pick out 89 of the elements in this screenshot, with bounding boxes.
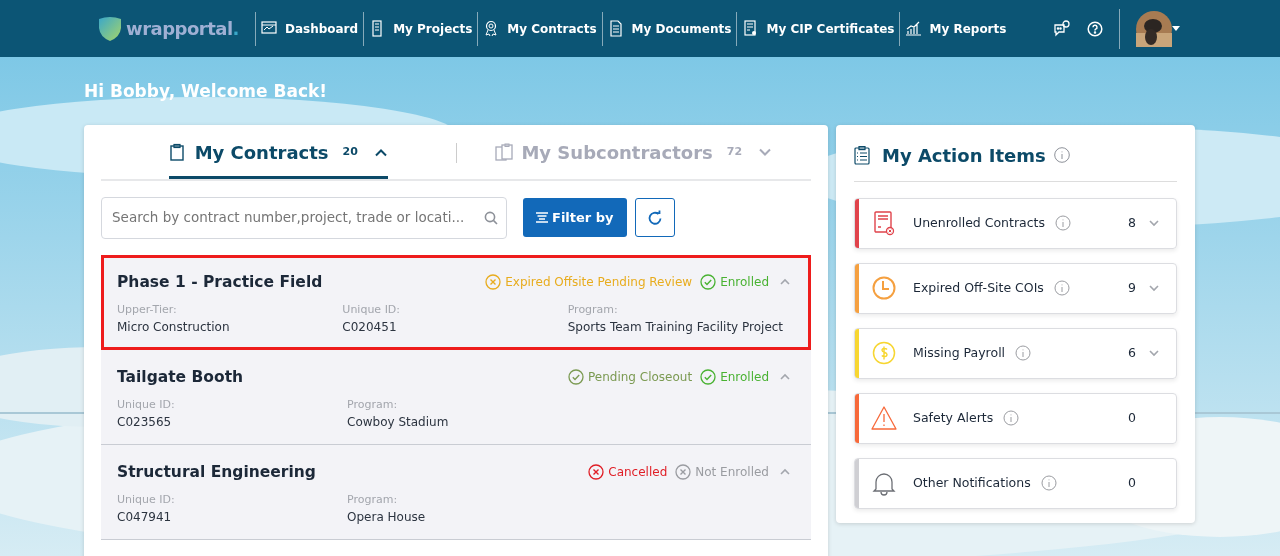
nav-link[interactable]: My Reports — [899, 11, 1012, 46]
refresh-button[interactable] — [634, 198, 675, 237]
clipboards-icon — [495, 143, 514, 161]
contract-title: Phase 1 - Practice Field — [117, 271, 323, 293]
checklist-icon — [854, 145, 870, 165]
field-value: C047941 — [117, 509, 173, 527]
count-label: 0 — [1128, 408, 1136, 427]
award-icon — [483, 20, 500, 37]
nav-link[interactable]: Dashboard — [254, 11, 364, 46]
info-icon[interactable] — [1015, 345, 1032, 361]
filter-icon — [536, 212, 548, 223]
chat-icon[interactable] — [1053, 19, 1071, 38]
field-label: Unique ID: — [117, 491, 176, 508]
chart-icon — [905, 20, 922, 37]
x-circle-icon — [485, 274, 502, 291]
check-circle-icon — [700, 369, 717, 386]
dollar-icon — [871, 340, 897, 366]
action-item-card[interactable]: Missing Payroll 6 — [854, 327, 1177, 379]
nav-link[interactable]: My Documents — [601, 11, 737, 46]
logo-text: wrapportal. — [126, 17, 239, 41]
contract-row[interactable]: Tailgate Booth Pending Closeout Enrolled Unique ID: C023565 Program: Cowboy Stadium — [101, 349, 811, 445]
field-label: Unique ID: — [342, 301, 402, 318]
status-label: Pending Closeout — [568, 368, 693, 387]
action-item-label: Missing Payroll — [913, 343, 1006, 362]
welcome-heading: Hi Bobby, Welcome Back! — [84, 80, 329, 103]
info-icon[interactable] — [1053, 280, 1070, 296]
clock-icon — [871, 275, 897, 301]
field-label: Upper-Tier: — [117, 301, 178, 318]
action-item-card[interactable]: Other Notifications 0 — [854, 457, 1177, 509]
caret-icon — [1172, 26, 1180, 31]
contract-title: Tailgate Booth — [117, 366, 244, 388]
contract-row[interactable]: Structural Engineering Cancelled Not Enrolled Unique ID: C047941 Program: Opera House — [101, 444, 811, 540]
contract-title: Structural Engineering — [117, 461, 316, 483]
count-label: 0 — [1128, 473, 1136, 492]
bell-icon — [871, 470, 897, 496]
chevron-down-icon[interactable] — [1148, 349, 1160, 357]
info-icon[interactable] — [1040, 475, 1057, 491]
status-label: Not Enrolled — [675, 463, 769, 482]
certificate-icon — [742, 20, 759, 37]
field-label: Unique ID: — [117, 396, 176, 413]
panel-title: My Action Items — [882, 143, 1046, 168]
field-label: Program: — [567, 301, 619, 318]
search-box[interactable]: Search by contract number,project, trade or locati... — [101, 196, 507, 239]
info-icon[interactable] — [1003, 410, 1020, 426]
check-circle-icon — [700, 274, 717, 291]
search-icon — [484, 210, 498, 225]
action-item-card[interactable]: Expired Off-Site COIs 9 — [854, 262, 1177, 314]
status-label: Expired Offsite Pending Review — [485, 273, 693, 292]
field-value: Sports Team Training Facility Project — [567, 319, 785, 337]
field-value: Opera House — [347, 509, 427, 527]
x-circle-icon — [675, 464, 692, 481]
chevron-down-icon[interactable] — [1148, 219, 1160, 227]
refresh-icon — [646, 209, 663, 226]
info-icon[interactable] — [1053, 147, 1070, 163]
x-circle-icon — [588, 464, 605, 481]
field-value: C020451 — [342, 319, 398, 337]
clipboard-icon — [168, 143, 187, 161]
nav-link[interactable]: My Contracts — [477, 11, 602, 46]
action-item-label: Unenrolled Contracts — [913, 213, 1046, 232]
field-value: Cowboy Stadium — [347, 414, 450, 432]
field-value: Micro Construction — [117, 319, 231, 337]
contract-icon — [871, 210, 897, 236]
logo-shield-icon — [98, 15, 122, 42]
status-label: Cancelled — [588, 463, 668, 482]
chevron-down-icon[interactable] — [1148, 284, 1160, 292]
count-label: 8 — [1128, 213, 1136, 232]
action-item-label: Safety Alerts — [913, 408, 994, 427]
document-icon — [607, 20, 624, 37]
filter-button[interactable]: Filter by — [523, 198, 627, 237]
action-item-card[interactable]: Unenrolled Contracts 8 — [854, 197, 1177, 249]
field-value: C023565 — [117, 414, 173, 432]
action-item-card[interactable]: Safety Alerts 0 — [854, 392, 1177, 444]
check-circle-icon — [568, 369, 584, 386]
avatar-menu[interactable] — [1136, 10, 1180, 47]
warning-icon — [871, 405, 897, 431]
info-icon[interactable] — [1055, 215, 1072, 231]
dashboard-icon — [260, 20, 277, 37]
highlight-frame[interactable]: Phase 1 - Practice Field Expired Offsite Pending Review Enrolled Upper-Tier: Micro Construction Unique ID: C020451 Program: Sports Team Training Facility Project — [101, 254, 811, 350]
count-label: 9 — [1128, 278, 1136, 297]
status-label: Enrolled — [700, 368, 769, 387]
action-item-label: Expired Off-Site COIs — [913, 278, 1044, 297]
action-item-label: Other Notifications — [913, 473, 1031, 492]
status-label: Enrolled — [700, 273, 769, 292]
field-label: Program: — [347, 491, 399, 508]
field-label: Program: — [347, 396, 399, 413]
nav-link[interactable]: My CIP Certificates — [736, 11, 900, 46]
nav-link[interactable]: My Projects — [363, 11, 478, 46]
count-label: 6 — [1128, 343, 1136, 362]
help-icon[interactable] — [1087, 20, 1103, 37]
